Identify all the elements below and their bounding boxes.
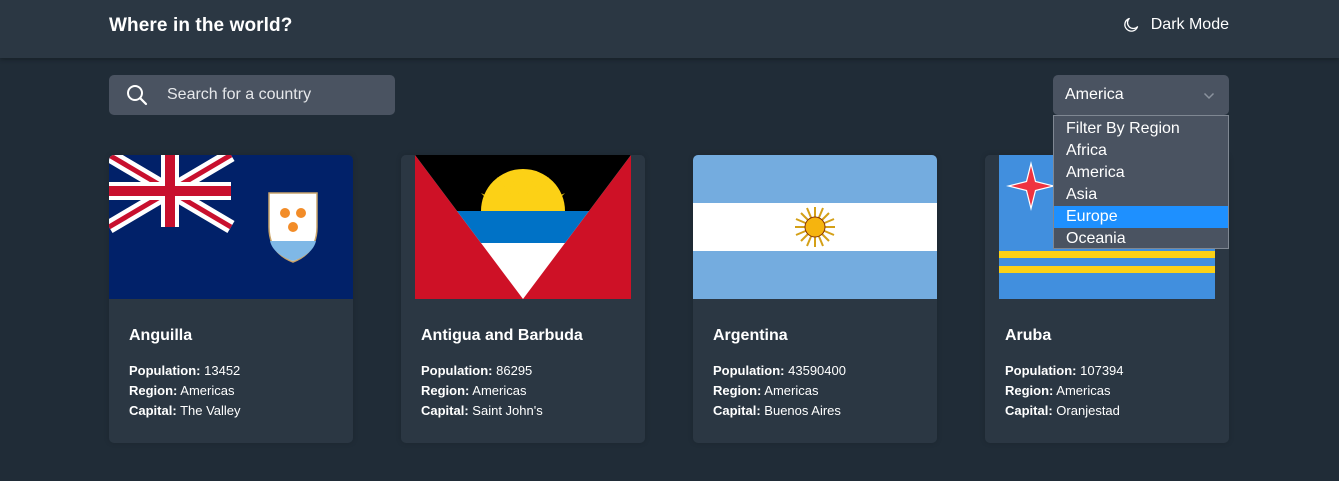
flag-anguilla (109, 155, 353, 299)
app-title: Where in the world? (109, 15, 293, 36)
country-card-argentina[interactable]: Argentina Population: 43590400 Region: A… (693, 155, 937, 443)
capital-value: Buenos Aires (764, 403, 841, 418)
region-label: Region: (421, 383, 470, 398)
moon-icon (1123, 17, 1139, 33)
region-filter-dropdown: Filter By Region Africa America Asia Eur… (1053, 115, 1229, 249)
search-box[interactable] (109, 75, 395, 115)
population-label: Population: (421, 363, 493, 378)
search-icon (126, 84, 148, 111)
capital-value: Oranjestad (1056, 403, 1120, 418)
population-label: Population: (1005, 363, 1077, 378)
capital-value: Saint John's (472, 403, 543, 418)
population-value: 43590400 (788, 363, 846, 378)
population-value: 107394 (1080, 363, 1124, 378)
flag-argentina (693, 155, 937, 299)
region-option-filter-by-region[interactable]: Filter By Region (1054, 118, 1228, 140)
capital-label: Capital: (129, 403, 177, 418)
country-name: Antigua and Barbuda (421, 327, 583, 344)
region-option-asia[interactable]: Asia (1054, 184, 1228, 206)
population-value: 13452 (204, 363, 241, 378)
region-value: Americas (180, 383, 235, 398)
country-card-anguilla[interactable]: Anguilla Population: 13452 Region: Ameri… (109, 155, 353, 443)
region-label: Region: (713, 383, 762, 398)
dark-mode-toggle[interactable]: Dark Mode (1123, 16, 1229, 34)
population-label: Population: (713, 363, 785, 378)
country-name: Argentina (713, 327, 788, 344)
country-name: Anguilla (129, 327, 193, 344)
capital-value: The Valley (180, 403, 241, 418)
dark-mode-label: Dark Mode (1150, 16, 1229, 33)
flag-antigua-and-barbuda (401, 155, 645, 299)
population-value: 86295 (496, 363, 533, 378)
region-option-america[interactable]: America (1054, 162, 1228, 184)
country-facts: Population: 107394 Region: Americas Capi… (1005, 361, 1124, 421)
region-value: Americas (1056, 383, 1111, 398)
country-facts: Population: 13452 Region: Americas Capit… (129, 361, 241, 421)
region-option-oceania[interactable]: Oceania (1054, 228, 1228, 250)
country-facts: Population: 43590400 Region: Americas Ca… (713, 361, 846, 421)
search-input[interactable] (167, 75, 387, 115)
region-filter-value: America (1065, 86, 1124, 103)
country-facts: Population: 86295 Region: Americas Capit… (421, 361, 543, 421)
country-name: Aruba (1005, 327, 1052, 344)
capital-label: Capital: (421, 403, 469, 418)
region-filter-select[interactable]: America (1053, 75, 1229, 115)
region-option-africa[interactable]: Africa (1054, 140, 1228, 162)
region-label: Region: (1005, 383, 1054, 398)
region-value: Americas (764, 383, 819, 398)
capital-label: Capital: (1005, 403, 1053, 418)
country-card-antigua-and-barbuda[interactable]: Antigua and Barbuda Population: 86295 Re… (401, 155, 645, 443)
population-label: Population: (129, 363, 201, 378)
region-option-europe[interactable]: Europe (1054, 206, 1228, 228)
region-label: Region: (129, 383, 178, 398)
region-value: Americas (472, 383, 527, 398)
top-bar: Where in the world? Dark Mode (0, 0, 1339, 58)
chevron-down-icon (1203, 89, 1215, 107)
capital-label: Capital: (713, 403, 761, 418)
